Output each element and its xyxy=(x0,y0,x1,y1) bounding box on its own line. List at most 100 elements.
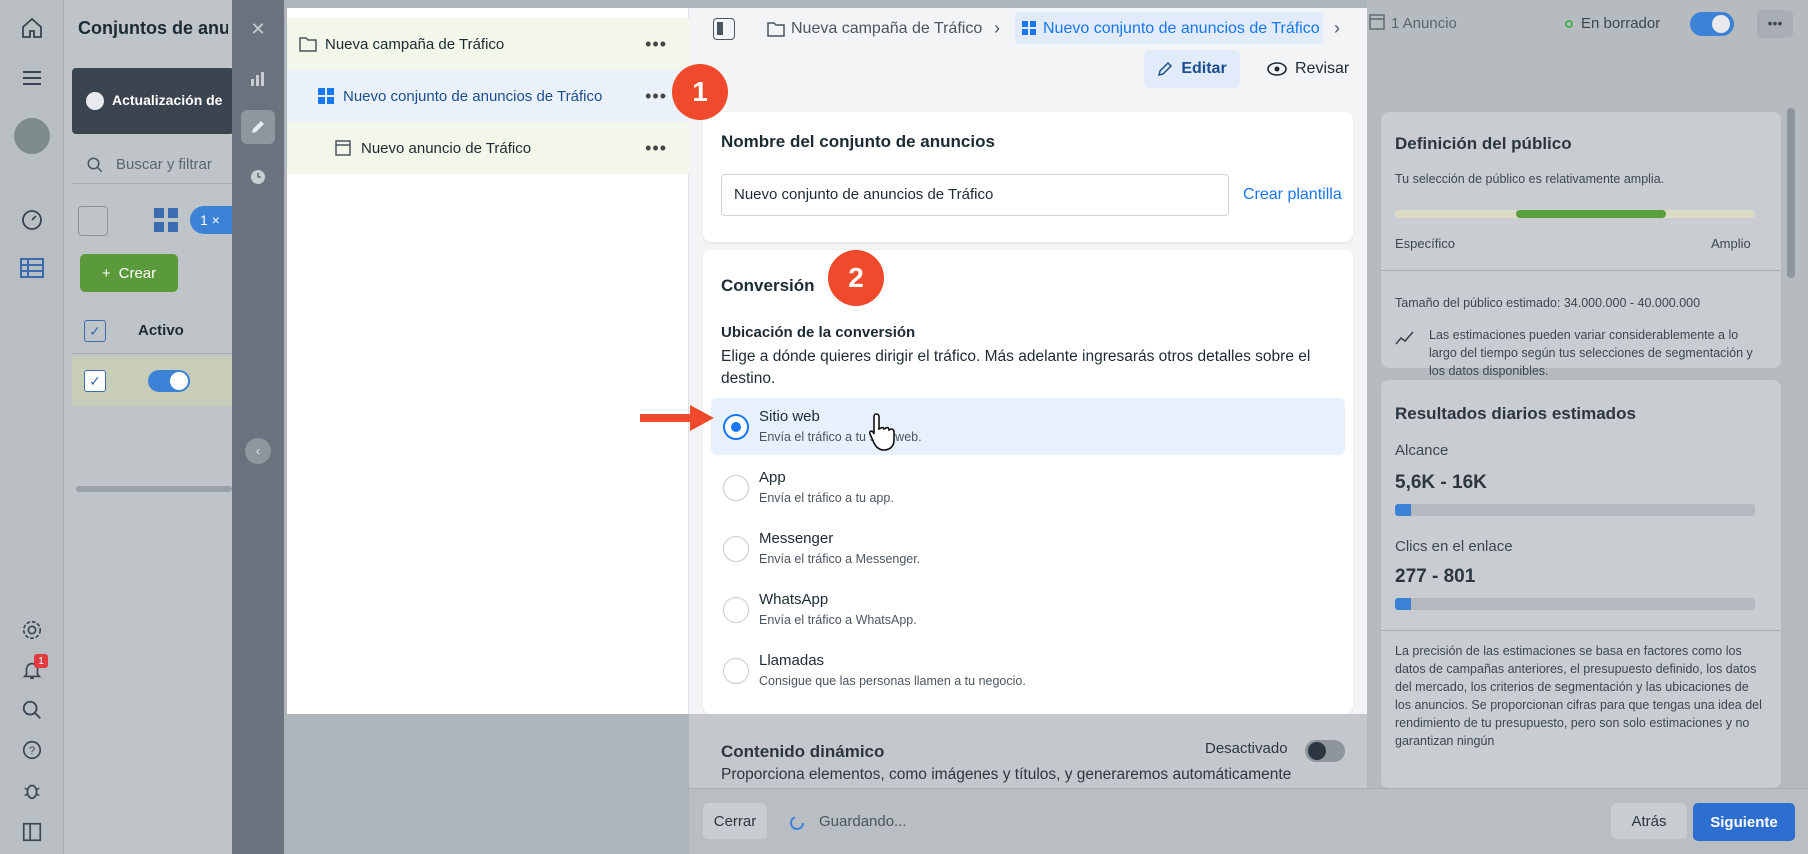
tree-item-ad[interactable]: Nuevo anuncio de Tráfico ••• xyxy=(287,122,689,174)
create-button[interactable]: + Crear xyxy=(80,254,178,292)
page-title: Conjuntos de anu xyxy=(78,18,228,38)
structure-tree: Nueva campaña de Tráfico ••• Nuevo conju… xyxy=(287,8,689,714)
select-all-checkbox[interactable]: ✓ xyxy=(84,320,106,342)
search-icon[interactable] xyxy=(18,696,46,724)
breadcrumb: Nueva campaña de Tráfico › Nuevo conjunt… xyxy=(689,8,1367,48)
more-options-icon[interactable]: ••• xyxy=(645,138,667,159)
notification-badge: 1 xyxy=(34,654,48,668)
dashboard-icon[interactable] xyxy=(18,206,46,234)
active-toggle[interactable] xyxy=(148,370,190,392)
close-icon[interactable]: ✕ xyxy=(241,12,275,46)
clicks-bar xyxy=(1395,598,1755,610)
step-badge-1: 1 xyxy=(672,64,728,120)
folder-button[interactable] xyxy=(78,206,108,236)
table-header: ✓ Activo xyxy=(72,308,234,354)
adset-name-card: Nombre del conjunto de anuncios Nuevo co… xyxy=(703,112,1353,242)
chart-icon[interactable] xyxy=(241,62,275,96)
ad-icon xyxy=(335,140,351,156)
status-badge: En borrador xyxy=(1581,15,1661,32)
pencil-icon[interactable] xyxy=(241,110,275,144)
crumb-ads[interactable]: 1 Anuncio xyxy=(1391,15,1457,32)
global-nav: 1 ? xyxy=(0,0,64,854)
audience-left-label: Específico xyxy=(1395,236,1455,251)
option-app[interactable]: App Envía el tráfico a tu app. xyxy=(711,459,1345,516)
eye-icon xyxy=(1267,62,1287,76)
bug-icon[interactable] xyxy=(18,776,46,804)
step-badge-2: 2 xyxy=(828,250,884,306)
minus-icon xyxy=(86,92,104,110)
panel-toggle-icon[interactable] xyxy=(18,818,46,846)
chevron-right-icon: › xyxy=(1334,18,1340,38)
option-messenger[interactable]: Messenger Envía el tráfico a Messenger. xyxy=(711,520,1345,577)
vertical-scrollbar[interactable] xyxy=(1787,108,1795,278)
table-icon[interactable] xyxy=(18,254,46,282)
arrow-icon xyxy=(640,405,714,431)
draft-status-icon xyxy=(1565,20,1573,28)
editor-panel: Nueva campaña de Tráfico › Nuevo conjunt… xyxy=(689,8,1367,714)
calls-radio[interactable] xyxy=(723,658,749,684)
pencil-icon xyxy=(1158,61,1173,77)
create-template-link[interactable]: Crear plantilla xyxy=(1243,186,1342,204)
website-radio[interactable] xyxy=(723,414,749,440)
help-icon[interactable]: ? xyxy=(18,736,46,764)
svg-text:?: ? xyxy=(29,745,35,757)
row-checkbox[interactable]: ✓ xyxy=(84,370,106,392)
campaign-toggle[interactable] xyxy=(1690,12,1734,36)
audience-note: Las estimaciones pueden variar considera… xyxy=(1429,328,1753,378)
crumb-adset[interactable]: Nuevo conjunto de anuncios de Tráfico xyxy=(1015,12,1323,44)
selected-chip[interactable]: 1 × xyxy=(190,206,234,234)
topbar-right: 1 Anuncio En borrador ••• xyxy=(1367,0,1808,48)
adset-name-title: Nombre del conjunto de anuncios xyxy=(721,132,995,151)
footer-bar: Cerrar Guardando... Atrás Siguiente xyxy=(689,788,1808,854)
audience-meter xyxy=(1395,210,1755,218)
conversion-card: Conversión Ubicación de la conversión El… xyxy=(703,250,1353,714)
dynamic-desc: Proporciona elementos, como imágenes y t… xyxy=(721,766,1292,783)
grid-icon xyxy=(318,88,334,104)
back-button[interactable]: Atrás xyxy=(1611,803,1687,839)
messenger-radio[interactable] xyxy=(723,536,749,562)
home-icon[interactable] xyxy=(18,14,46,42)
right-sidebar: Definición del público Tu selección de p… xyxy=(1367,48,1808,788)
audience-right-label: Amplio xyxy=(1711,236,1751,251)
review-button[interactable]: Revisar xyxy=(1259,50,1359,88)
more-options-icon[interactable]: ••• xyxy=(645,34,667,55)
chevron-left-icon[interactable]: ‹ xyxy=(245,438,271,464)
adset-name-input[interactable]: Nuevo conjunto de anuncios de Tráfico xyxy=(721,174,1229,216)
app-radio[interactable] xyxy=(723,475,749,501)
folder-icon xyxy=(767,22,785,37)
option-whatsapp[interactable]: WhatsApp Envía el tráfico a WhatsApp. xyxy=(711,581,1345,638)
reach-value: 5,6K - 16K xyxy=(1395,472,1487,493)
option-calls[interactable]: Llamadas Consigue que las personas llame… xyxy=(711,642,1345,699)
option-website[interactable]: Sitio web Envía el tráfico a tu sitio we… xyxy=(711,398,1345,455)
next-button[interactable]: Siguiente xyxy=(1693,803,1795,841)
more-options-icon[interactable]: ••• xyxy=(645,86,667,107)
grid-icon[interactable] xyxy=(152,206,180,234)
crumb-campaign[interactable]: Nueva campaña de Tráfico xyxy=(791,20,982,38)
more-options-icon[interactable]: ••• xyxy=(1757,10,1793,38)
dynamic-toggle[interactable] xyxy=(1305,740,1345,762)
avatar[interactable] xyxy=(14,118,50,154)
whatsapp-radio[interactable] xyxy=(723,597,749,623)
trend-icon xyxy=(1395,331,1414,345)
menu-icon[interactable] xyxy=(18,64,46,92)
saving-status: Guardando... xyxy=(819,813,907,830)
clock-icon[interactable] xyxy=(241,160,275,194)
audience-title: Definición del público xyxy=(1395,134,1572,153)
horizontal-scrollbar[interactable] xyxy=(76,486,232,492)
sidebar-toggle-icon[interactable] xyxy=(713,18,735,40)
tree-item-adset[interactable]: Nuevo conjunto de anuncios de Tráfico ••… xyxy=(287,70,689,122)
close-button[interactable]: Cerrar xyxy=(703,803,767,839)
tree-item-campaign[interactable]: Nueva campaña de Tráfico ••• xyxy=(287,18,689,70)
search-icon xyxy=(87,157,103,173)
conversion-title: Conversión xyxy=(721,276,815,295)
bell-icon[interactable]: 1 xyxy=(18,654,48,684)
table-row[interactable]: ✓ xyxy=(72,356,234,406)
edit-button[interactable]: Editar xyxy=(1144,50,1240,88)
folder-icon xyxy=(299,37,317,52)
gear-icon[interactable] xyxy=(18,616,46,644)
results-card: Resultados diarios estimados Alcance 5,6… xyxy=(1381,380,1781,788)
audience-card: Definición del público Tu selección de p… xyxy=(1381,112,1781,378)
ad-icon xyxy=(1369,14,1385,30)
conversion-location-label: Ubicación de la conversión xyxy=(721,324,916,341)
search-filter[interactable]: Buscar y filtrar xyxy=(72,144,234,184)
